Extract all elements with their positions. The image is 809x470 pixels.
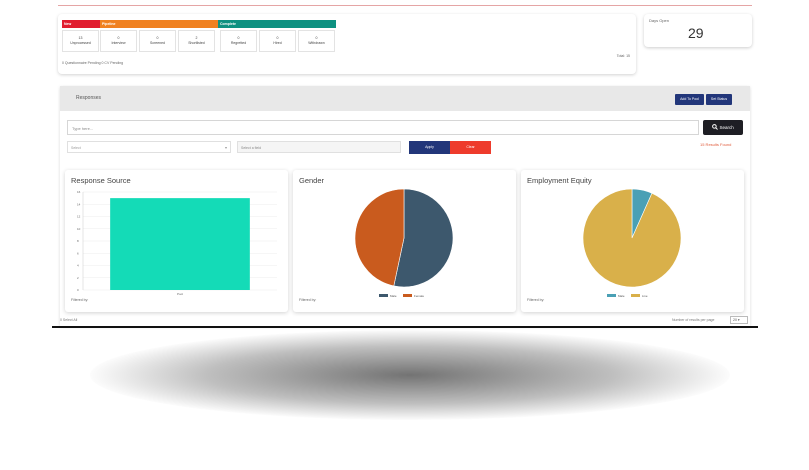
y-tick-label: 2 <box>77 276 79 280</box>
employment-equity-chart-card: Employment Equity Male Live Filtered by: <box>521 170 744 312</box>
legend-label: Live <box>642 294 648 298</box>
filtered-by-label: Filtered by: <box>71 298 89 302</box>
stat-label: Withdrawn <box>308 41 325 45</box>
top-card-edge <box>58 0 752 6</box>
filter-field-select[interactable]: Select a field <box>237 141 401 153</box>
filter-select-value: Select <box>71 146 81 150</box>
stat-regretted[interactable]: 0 Regretted <box>220 30 257 52</box>
stat-label: Shortlisted <box>188 41 205 45</box>
legend-label: Male <box>618 294 625 298</box>
results-count: 15 Results Found <box>700 142 732 147</box>
pipeline-total: Total: 15 <box>616 54 630 58</box>
stat-unprocessed[interactable]: 13 Unprocessed <box>62 30 99 52</box>
y-tick-label: 10 <box>77 227 81 231</box>
filter-select[interactable]: Select ▾ <box>67 141 231 153</box>
stat-label: Screened <box>150 41 165 45</box>
response-source-chart: 16 14 12 10 8 6 4 2 0 Pool <box>77 190 277 296</box>
search-button-label: Search <box>719 125 734 130</box>
y-tick-label: 16 <box>77 190 81 194</box>
filtered-by-label: Filtered by: <box>527 298 545 302</box>
per-page-select[interactable]: 20 ▾ <box>730 316 748 324</box>
responses-panel: Responses Add To Pool Set Status Type he… <box>60 86 750 326</box>
employment-equity-pie-chart: Male Live <box>582 188 682 298</box>
gender-pie-chart: Male Female <box>354 188 454 298</box>
y-tick-label: 8 <box>77 239 79 243</box>
stage-complete-bar: Complete <box>218 20 336 28</box>
stat-hired[interactable]: 0 Hired <box>259 30 296 52</box>
stat-label: Hired <box>273 41 282 45</box>
stat-withdrawn[interactable]: 0 Withdrawn <box>298 30 335 52</box>
y-tick-label: 14 <box>77 202 81 206</box>
search-icon <box>712 124 719 130</box>
add-to-pool-button[interactable]: Add To Pool <box>675 94 704 105</box>
pipeline-summary-card: New Pipeline Complete 13 Unprocessed 0 Int… <box>58 14 636 74</box>
legend-label: Female <box>414 294 424 298</box>
pending-footnote: 0 Questionnaire Pending 0 CV Pending <box>62 61 124 65</box>
chevron-down-icon: ▾ <box>224 145 227 150</box>
filtered-by-label: Filtered by: <box>299 298 317 302</box>
y-tick-label: 0 <box>77 288 79 292</box>
pie-slice-live[interactable] <box>582 188 682 288</box>
y-tick-label: 12 <box>77 215 81 219</box>
stat-label: Regretted <box>230 41 247 45</box>
stat-screened[interactable]: 0 Screened <box>139 30 176 52</box>
bar-pool[interactable] <box>110 198 250 290</box>
search-button[interactable]: Search <box>703 120 743 135</box>
stat-interview[interactable]: 0 Interview <box>100 30 137 52</box>
days-open-label: Days Open <box>649 18 670 23</box>
days-open-card: Days Open 29 <box>644 14 752 47</box>
legend-swatch <box>631 294 640 297</box>
set-status-button[interactable]: Set Status <box>706 94 732 105</box>
legend-swatch <box>379 294 388 297</box>
select-all-label[interactable]: 0 Select All <box>60 318 77 322</box>
stat-label: Unprocessed <box>70 41 91 45</box>
gender-chart-card: Gender Male Female Filtered by: <box>293 170 516 312</box>
y-tick-label: 6 <box>77 251 79 255</box>
clear-button[interactable]: Clear <box>450 141 491 154</box>
stat-label: Interview <box>111 41 126 45</box>
stage-pipeline-bar: Pipeline <box>100 20 218 28</box>
screen-shadow <box>90 330 730 420</box>
search-input[interactable]: Type here... <box>67 120 699 135</box>
per-page-value: 20 <box>733 318 737 322</box>
legend-swatch <box>607 294 616 297</box>
responses-title: Responses <box>76 95 102 101</box>
pie-slice-female[interactable] <box>354 188 405 287</box>
apply-button[interactable]: Apply <box>409 141 450 154</box>
monitor-bottom-edge <box>52 326 758 328</box>
y-tick-label: 4 <box>77 264 79 268</box>
per-page-label: Number of results per page <box>672 318 715 322</box>
x-tick-label: Pool <box>177 292 183 296</box>
response-source-chart-card: Response Source 16 14 12 10 8 6 4 2 0 Pool Filter… <box>65 170 288 312</box>
legend-swatch <box>403 294 412 297</box>
stat-shortlisted[interactable]: 2 Shortlisted <box>178 30 215 52</box>
days-open-value: 29 <box>688 25 704 41</box>
responses-header: Responses Add To Pool Set Status <box>60 86 750 111</box>
legend-label: Male <box>390 294 397 298</box>
stage-new-bar: New <box>62 20 100 28</box>
